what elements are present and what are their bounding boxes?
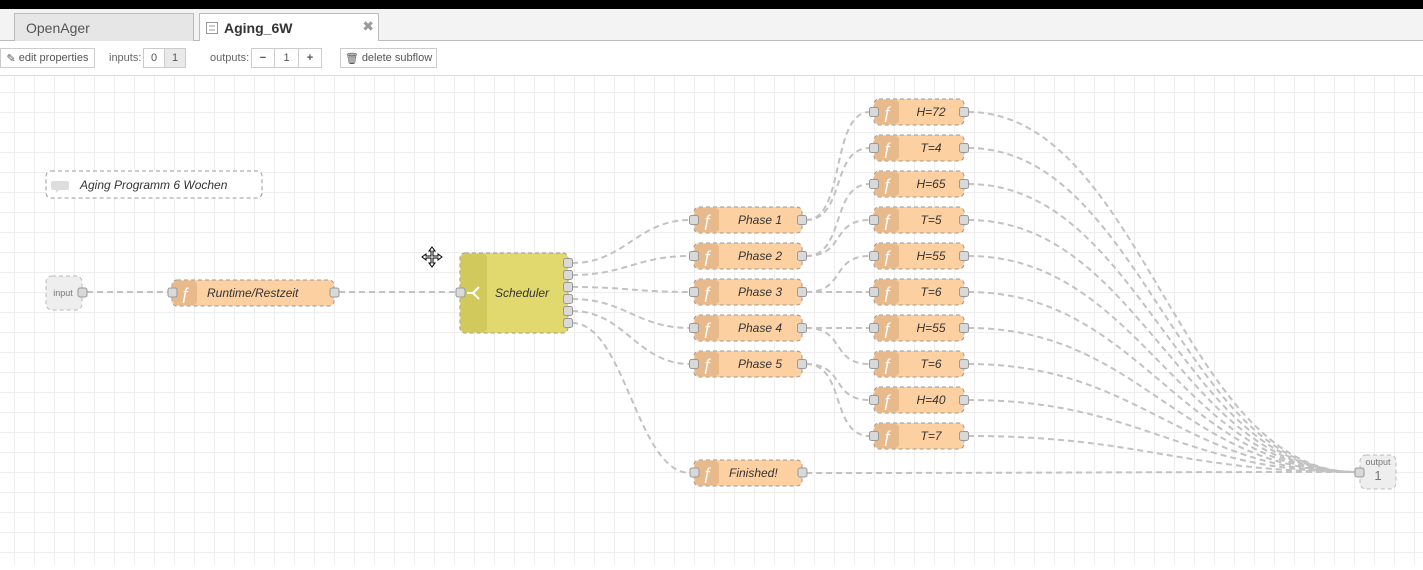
delete-subflow-button[interactable]: 🗑 delete subflow — [340, 48, 437, 68]
setting-nodes[interactable]: ƒ H=72 ƒ T=4 ƒ H=65 ƒ T=5 ƒ H=55 ƒ T=6 ƒ H=55 ƒ T=6 ƒ H=4… — [869, 98, 969, 450]
tab-openager[interactable]: OpenAger — [14, 13, 194, 41]
function-icon: ƒ — [180, 284, 189, 303]
setting-node[interactable]: ƒ T=6 — [869, 350, 969, 378]
function-icon: ƒ — [882, 103, 891, 122]
tab-label: OpenAger — [26, 19, 90, 36]
node-label: T=5 — [920, 213, 941, 227]
move-cursor-icon — [421, 246, 443, 268]
plus-icon: + — [306, 52, 314, 64]
function-icon: ƒ — [882, 175, 891, 194]
setting-node[interactable]: ƒ H=55 — [869, 314, 969, 342]
function-icon: ƒ — [702, 319, 711, 338]
close-tab-icon[interactable]: ✖ — [362, 18, 374, 35]
inputs-label: inputs: — [109, 52, 142, 64]
flow-svg[interactable]: Aging Programm 6 Wochen input ƒ Runtime/… — [0, 76, 1423, 565]
output-label: output — [1365, 457, 1391, 467]
node-label: Phase 4 — [738, 321, 782, 335]
function-icon: ƒ — [882, 247, 891, 266]
phase-node[interactable]: ƒ Phase 3 — [689, 278, 807, 306]
setting-node[interactable]: ƒ H=55 — [869, 242, 969, 270]
function-icon: ƒ — [882, 211, 891, 230]
subflow-toolbar: ✎ edit properties inputs: 0 1 outputs: −… — [0, 41, 1423, 76]
function-icon: ƒ — [882, 355, 891, 374]
function-icon: ƒ — [702, 464, 711, 483]
phase-node[interactable]: ƒ Phase 5 — [689, 350, 807, 378]
function-icon: ƒ — [882, 391, 891, 410]
scheduler-label: Scheduler — [495, 286, 550, 300]
workspace-tabbar: OpenAger Aging_6W ✖ — [0, 9, 1423, 42]
outputs-increment-button[interactable]: + — [298, 48, 322, 68]
outputs-value-field[interactable]: 1 — [274, 48, 299, 68]
function-icon: ƒ — [882, 319, 891, 338]
node-label: Phase 1 — [738, 213, 782, 227]
node-label: T=4 — [920, 141, 941, 155]
function-icon: ƒ — [702, 211, 711, 230]
phase-nodes[interactable]: ƒ Phase 1 ƒ Phase 2 ƒ Phase 3 ƒ Phase 4 ƒ Phase 5 — [689, 206, 807, 378]
node-label: T=6 — [920, 357, 941, 371]
finished-node[interactable]: ƒ Finished! — [689, 459, 808, 487]
node-label: H=55 — [916, 321, 945, 335]
function-icon: ƒ — [702, 355, 711, 374]
flow-canvas[interactable]: Aging Programm 6 Wochen input ƒ Runtime/… — [0, 76, 1423, 565]
setting-node[interactable]: ƒ T=7 — [869, 422, 969, 450]
scheduler-switch-node[interactable]: Scheduler — [455, 252, 573, 334]
pencil-icon: ✎ — [6, 52, 16, 65]
inputs-option-0[interactable]: 0 — [143, 48, 165, 68]
node-label: Phase 2 — [738, 249, 782, 263]
comment-node[interactable]: Aging Programm 6 Wochen — [45, 170, 263, 199]
runtime-label: Runtime/Restzeit — [207, 286, 299, 300]
node-label: H=65 — [916, 177, 945, 191]
inputs-option-1[interactable]: 1 — [164, 48, 186, 68]
function-icon: ƒ — [882, 139, 891, 158]
window-top-bar — [0, 0, 1423, 9]
setting-node[interactable]: ƒ T=6 — [869, 278, 969, 306]
outputs-decrement-button[interactable]: − — [251, 48, 275, 68]
comment-label: Aging Programm 6 Wochen — [79, 178, 228, 192]
node-label: Phase 5 — [738, 357, 782, 371]
phase-node[interactable]: ƒ Phase 2 — [689, 242, 807, 270]
output-number: 1 — [1374, 468, 1381, 483]
tab-aging-6w[interactable]: Aging_6W ✖ — [199, 13, 379, 42]
function-icon: ƒ — [702, 247, 711, 266]
node-label: Phase 3 — [738, 285, 782, 299]
setting-node[interactable]: ƒ H=72 — [869, 98, 969, 126]
tab-label: Aging_6W — [224, 20, 293, 36]
node-label: H=55 — [916, 249, 945, 263]
edit-properties-button[interactable]: ✎ edit properties — [0, 48, 95, 68]
node-label: H=40 — [916, 393, 945, 407]
node-label: T=6 — [920, 285, 941, 299]
setting-node[interactable]: ƒ T=4 — [869, 134, 969, 162]
subflow-output-node[interactable]: output 1 — [1354, 454, 1397, 490]
node-label: T=7 — [920, 429, 942, 443]
trash-icon: 🗑 — [344, 52, 359, 65]
outputs-label: outputs: — [210, 52, 250, 64]
phase-node[interactable]: ƒ Phase 4 — [689, 314, 807, 342]
node-label: H=72 — [916, 105, 945, 119]
phase-node[interactable]: ƒ Phase 1 — [689, 206, 807, 234]
subflow-input-node[interactable]: input — [45, 275, 88, 311]
subflow-icon — [206, 22, 218, 34]
finished-label: Finished! — [729, 466, 778, 480]
setting-node[interactable]: ƒ T=5 — [869, 206, 969, 234]
input-label: input — [53, 288, 73, 298]
setting-node[interactable]: ƒ H=40 — [869, 386, 969, 414]
runtime-restzeit-node[interactable]: ƒ Runtime/Restzeit — [167, 279, 340, 307]
function-icon: ƒ — [882, 283, 891, 302]
setting-node[interactable]: ƒ H=65 — [869, 170, 969, 198]
minus-icon: − — [259, 52, 267, 64]
function-icon: ƒ — [702, 283, 711, 302]
function-icon: ƒ — [882, 427, 891, 446]
